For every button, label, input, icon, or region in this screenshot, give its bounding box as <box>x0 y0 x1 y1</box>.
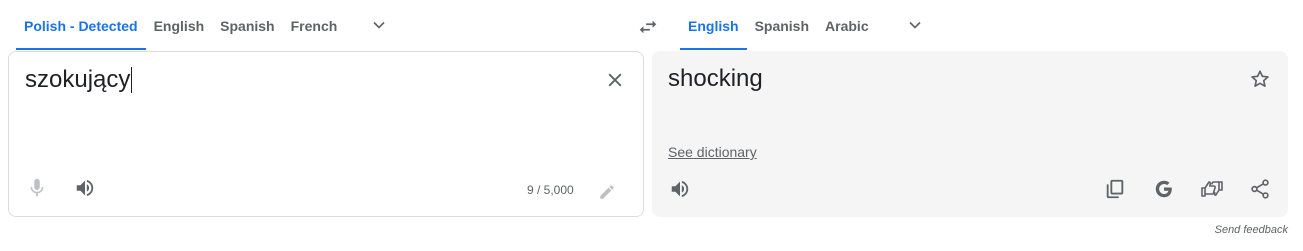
translation-output: shocking <box>668 65 763 92</box>
save-translation-button[interactable] <box>1246 65 1274 93</box>
listen-translation-button[interactable] <box>666 175 694 203</box>
target-text-panel: shocking See dictionary <box>652 51 1288 217</box>
share-icon <box>1251 179 1269 199</box>
chevron-down-icon <box>909 21 921 29</box>
google-g-icon <box>1155 180 1172 198</box>
source-text-value: szokujący <box>25 66 131 93</box>
speaker-icon <box>76 179 94 197</box>
edit-button[interactable] <box>593 178 621 206</box>
microphone-icon <box>30 178 44 197</box>
listen-source-button[interactable] <box>71 174 99 202</box>
clear-source-button[interactable] <box>601 66 629 94</box>
text-caret <box>131 67 133 93</box>
close-icon <box>608 73 622 87</box>
tab-target-english[interactable]: English <box>680 0 747 50</box>
source-language-tabs: Polish - Detected English Spanish French <box>16 0 399 50</box>
copy-translation-button[interactable] <box>1101 175 1129 203</box>
star-icon <box>1251 70 1269 87</box>
target-more-languages-button[interactable] <box>895 0 935 50</box>
character-count: 9 / 5,000 <box>527 183 574 197</box>
voice-input-button[interactable] <box>23 174 51 202</box>
speaker-icon <box>671 180 689 198</box>
tab-source-polish-detected[interactable]: Polish - Detected <box>16 0 146 50</box>
google-search-button[interactable] <box>1150 175 1178 203</box>
rate-translation-button[interactable] <box>1198 175 1226 203</box>
tab-source-english[interactable]: English <box>146 0 213 50</box>
source-more-languages-button[interactable] <box>359 0 399 50</box>
send-feedback-link[interactable]: Send feedback <box>1215 224 1288 236</box>
tab-source-french[interactable]: French <box>283 0 346 50</box>
target-language-tabs: English Spanish Arabic <box>680 0 935 50</box>
tab-source-spanish[interactable]: Spanish <box>212 0 282 50</box>
thumbs-rate-icon <box>1201 181 1223 197</box>
chevron-down-icon <box>373 21 385 29</box>
pencil-icon <box>600 185 614 199</box>
source-text-panel: szokujący 9 / 5,000 <box>8 51 644 217</box>
source-text-input[interactable]: szokujący <box>25 66 133 94</box>
tab-target-arabic[interactable]: Arabic <box>817 0 877 50</box>
share-translation-button[interactable] <box>1246 175 1274 203</box>
swap-arrows-icon <box>639 20 657 34</box>
copy-icon <box>1106 179 1124 199</box>
see-dictionary-link[interactable]: See dictionary <box>668 144 757 160</box>
tab-target-spanish[interactable]: Spanish <box>747 0 817 50</box>
swap-languages-button[interactable] <box>633 13 663 41</box>
